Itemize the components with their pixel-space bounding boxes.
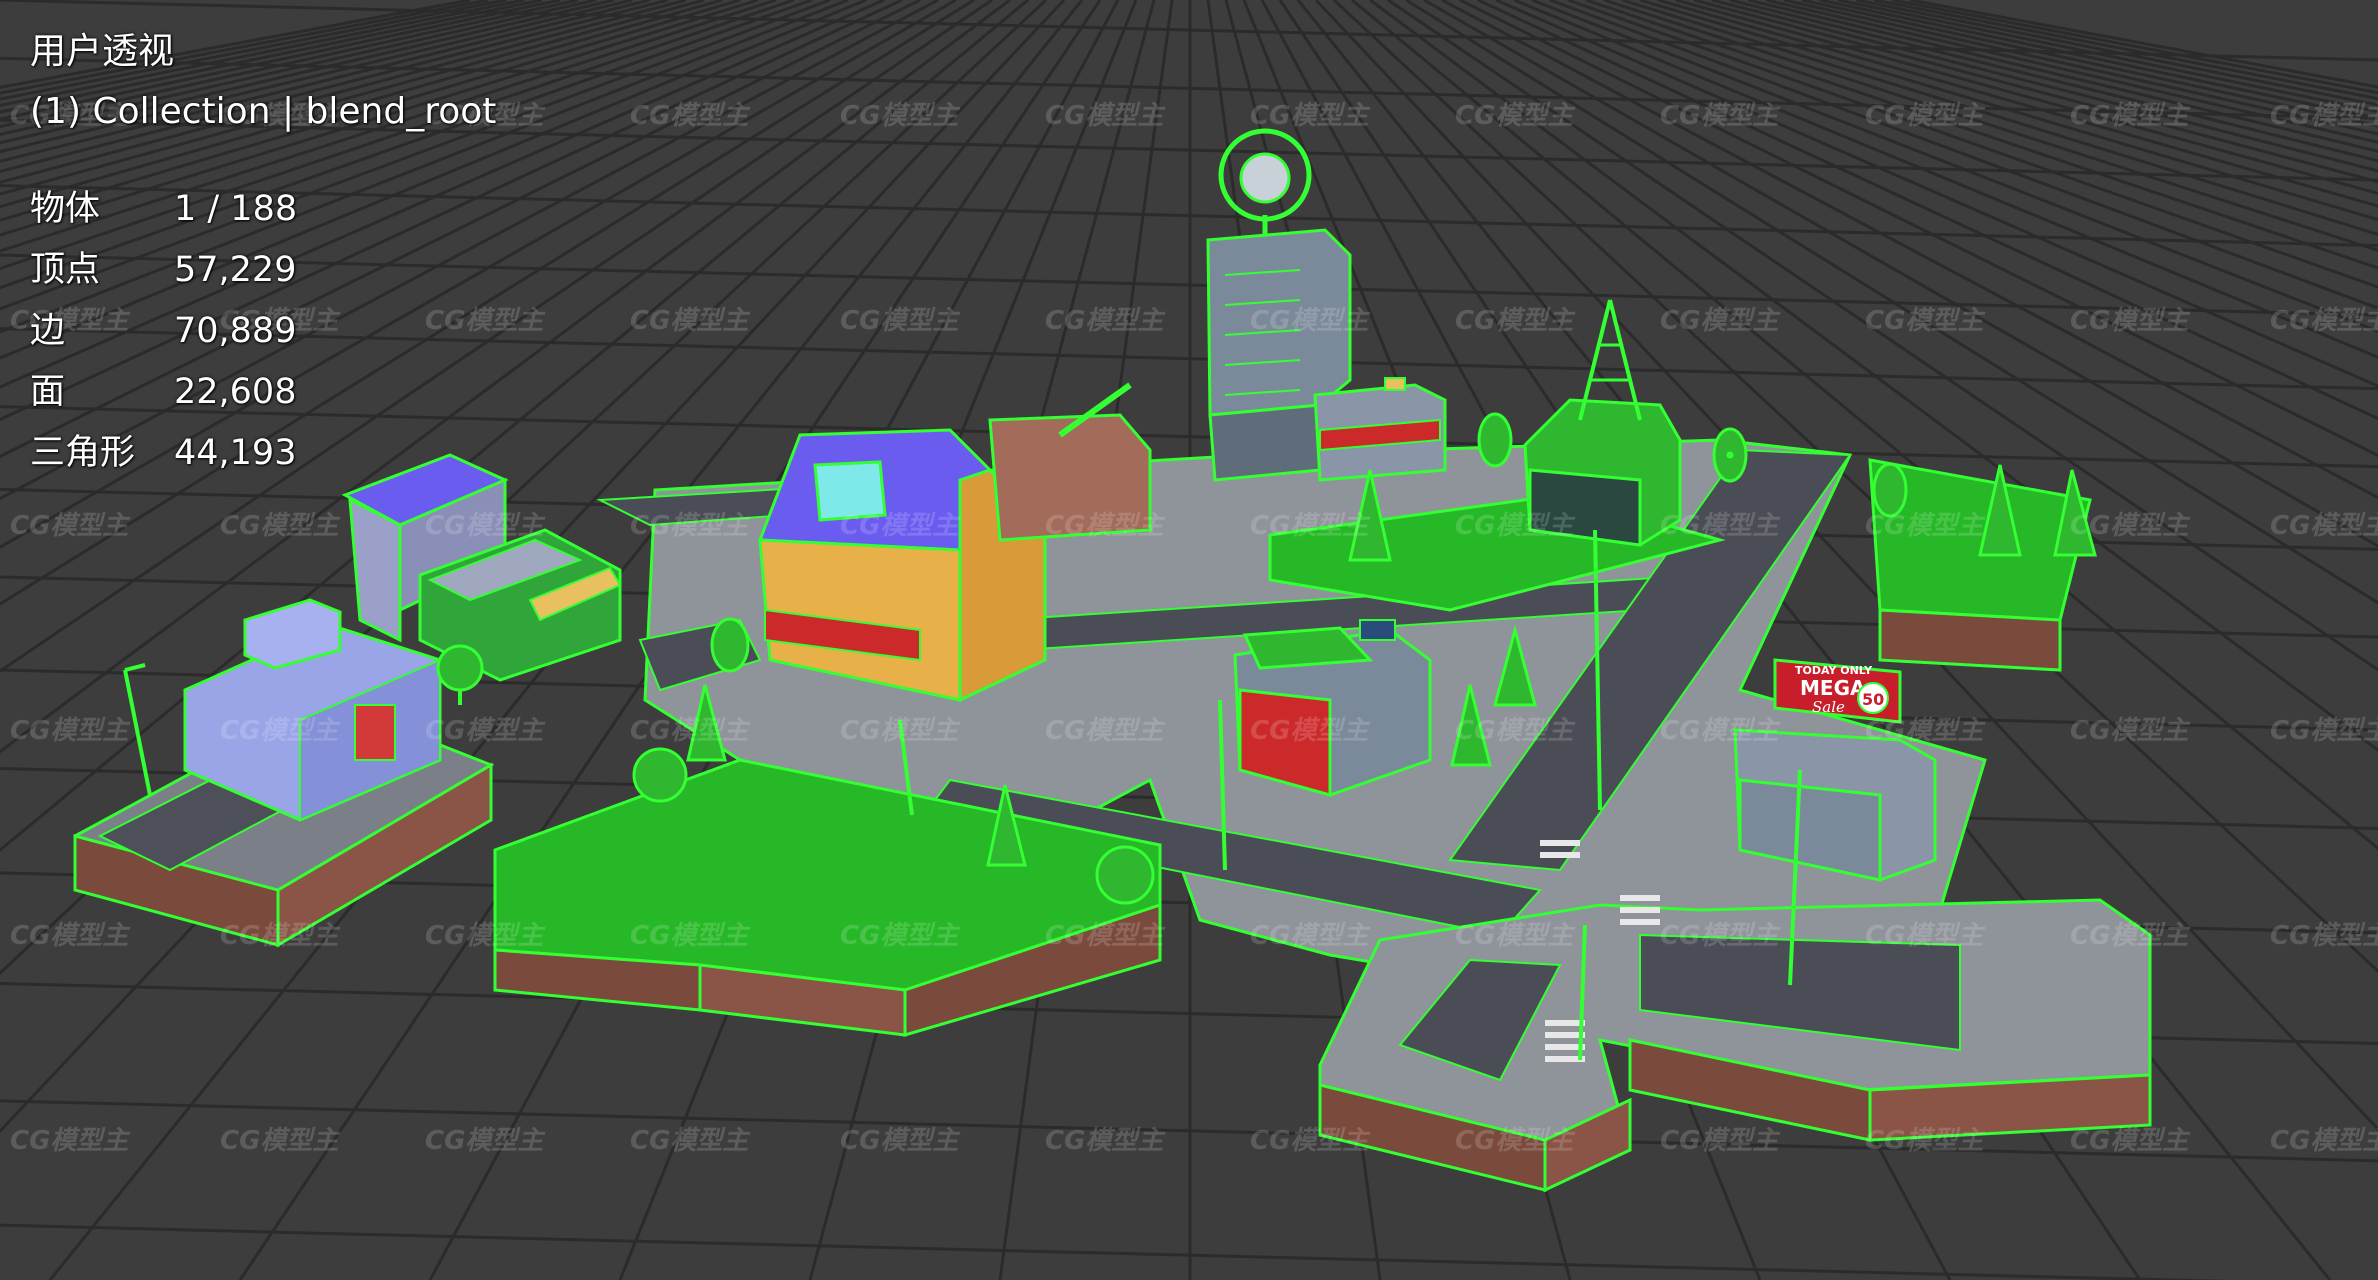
billboard-building[interactable]: TODAY ONLY MEGA Sale 50	[1733, 658, 1937, 882]
stat-value: 44,193	[174, 433, 297, 473]
scene-canvas[interactable]: TODAY ONLY MEGA Sale 50	[0, 0, 2378, 1280]
billboard-line3: Sale	[1812, 698, 1845, 716]
stat-value: 1 / 188	[174, 189, 298, 229]
stat-value: 22,608	[174, 372, 297, 412]
tree-left	[436, 644, 484, 705]
3d-viewport[interactable]: TODAY ONLY MEGA Sale 50 CG模型主 CG模型主 CG模型…	[0, 0, 2378, 1280]
city-model[interactable]: TODAY ONLY MEGA Sale 50	[73, 128, 2152, 1193]
stat-label: 物体	[30, 189, 101, 229]
billboard-badge: 50	[1862, 690, 1884, 709]
stat-label: 边	[30, 311, 66, 351]
stat-label: 三角形	[30, 433, 136, 473]
stat-label: 顶点	[30, 250, 101, 290]
stat-label: 面	[30, 372, 66, 412]
collection-label: (1) Collection | blend_root	[30, 91, 497, 132]
tall-tower[interactable]	[1206, 128, 1447, 482]
stat-value: 57,229	[174, 250, 297, 290]
stat-value: 70,889	[174, 311, 297, 351]
central-red-building[interactable]	[1233, 619, 1432, 797]
view-title: 用户透视	[30, 31, 175, 72]
billboard-line2: MEGA	[1800, 676, 1866, 700]
tower-building[interactable]	[1523, 299, 1682, 547]
